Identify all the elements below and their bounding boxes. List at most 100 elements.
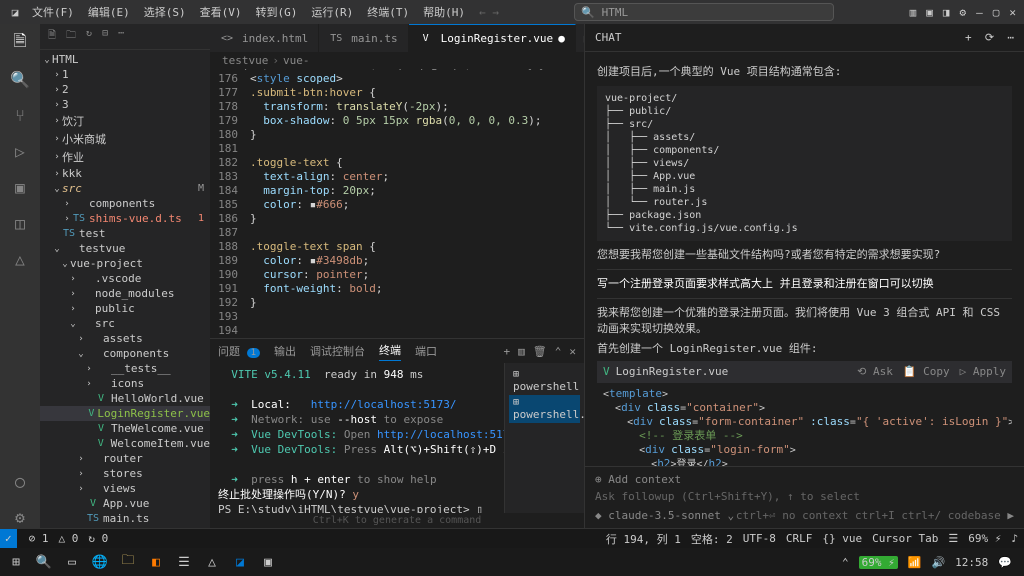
command-center[interactable]: 🔍 HTML — [503, 3, 906, 21]
terminal-tab[interactable]: 问题 1 — [218, 343, 260, 359]
tree-item[interactable]: VWelcomeItem.vue — [40, 436, 210, 451]
task-view-icon[interactable]: ▭ — [60, 551, 84, 573]
terminal-trash-icon[interactable]: 🗑 — [533, 345, 547, 358]
tree-item[interactable]: VTheWelcome.vue — [40, 421, 210, 436]
terminal-tab[interactable]: ⊞ powershell... — [509, 395, 580, 423]
app-icon[interactable]: ◧ — [144, 551, 168, 573]
tree-item[interactable]: ›小米商城 — [40, 130, 210, 148]
tree-item[interactable]: ⌄src — [40, 316, 210, 331]
status-item[interactable]: ♪ — [1011, 532, 1018, 545]
tree-item[interactable]: VHelloWorld.vue — [40, 391, 210, 406]
test-icon[interactable]: △ — [9, 248, 31, 270]
tree-item[interactable]: ›kkk — [40, 166, 210, 181]
status-item[interactable]: 空格: 2 — [691, 531, 733, 547]
menu-item[interactable]: 文件(F) — [26, 2, 80, 22]
editor-tab[interactable]: TSmain.ts — [319, 24, 408, 52]
tree-item[interactable]: ›assets — [40, 331, 210, 346]
status-item[interactable]: 行 194, 列 1 — [606, 531, 681, 547]
tree-item[interactable]: ⌄testvue — [40, 241, 210, 256]
tree-item[interactable]: ›.vscode — [40, 271, 210, 286]
tree-root[interactable]: ⌄HTML — [40, 52, 210, 67]
terminal-tab[interactable]: ⊞ powershell — [509, 367, 580, 395]
tree-item[interactable]: TStest — [40, 226, 210, 241]
tree-item[interactable]: VApp.vue — [40, 496, 210, 511]
status-item[interactable]: ⊘ 1 — [29, 532, 49, 545]
wifi-icon[interactable]: 📶 — [908, 556, 922, 569]
tree-item[interactable]: ›2 — [40, 82, 210, 97]
maximize-icon[interactable]: ▢ — [993, 6, 1000, 19]
status-item[interactable]: UTF-8 — [743, 532, 776, 545]
menu-item[interactable]: 帮助(H) — [417, 2, 471, 22]
refresh-icon[interactable]: ↻ — [86, 28, 92, 45]
tree-item[interactable]: ›router — [40, 451, 210, 466]
tree-item[interactable]: ›views — [40, 481, 210, 496]
status-item[interactable]: Cursor Tab — [872, 532, 938, 545]
tree-item[interactable]: ›TSshims-vue.d.ts1 — [40, 211, 210, 226]
settings-icon[interactable]: ⚙ — [960, 6, 967, 19]
tree-item[interactable]: ›components — [40, 196, 210, 211]
status-item[interactable]: △ 0 — [59, 532, 79, 545]
editor-tab[interactable]: <>index.html — [210, 24, 319, 52]
status-item[interactable]: ↻ 0 — [88, 532, 108, 545]
extensions-icon[interactable]: ▣ — [9, 176, 31, 198]
app-icon[interactable]: △ — [200, 551, 224, 573]
chat-more-icon[interactable]: ⋯ — [1007, 31, 1014, 44]
tree-item[interactable]: ›作业 — [40, 148, 210, 166]
code-action[interactable]: ▷ Apply — [960, 364, 1006, 380]
chat-new-icon[interactable]: + — [965, 31, 972, 44]
new-folder-icon[interactable]: 🗀 — [66, 28, 76, 45]
close-icon[interactable]: ✕ — [1009, 6, 1016, 19]
search-icon[interactable]: 🔍 — [32, 551, 56, 573]
start-icon[interactable]: ⊞ — [4, 551, 28, 573]
chat-input[interactable]: ⊕ Add context Ask followup (Ctrl+Shift+Y… — [585, 466, 1024, 528]
tree-item[interactable]: ›icons — [40, 376, 210, 391]
menu-item[interactable]: 终端(T) — [361, 2, 415, 22]
tree-item[interactable]: ⌄srcM — [40, 181, 210, 196]
status-item[interactable]: CRLF — [786, 532, 813, 545]
more-icon[interactable]: ⋯ — [118, 28, 124, 45]
vscode-icon[interactable]: ◪ — [228, 551, 252, 573]
notification-icon[interactable]: 💬 — [998, 556, 1012, 569]
account-icon[interactable]: ◯ — [9, 470, 31, 492]
layout-icon[interactable]: ▥ — [910, 6, 917, 19]
menu-item[interactable]: 选择(S) — [138, 2, 192, 22]
terminal-close-icon[interactable]: ✕ — [569, 345, 576, 358]
explorer-icon[interactable]: 🗎 — [9, 32, 31, 54]
tray-up-icon[interactable]: ⌃ — [842, 556, 849, 569]
tree-item[interactable]: ⌄vue-project — [40, 256, 210, 271]
clock[interactable]: 12:58 — [955, 556, 988, 569]
layout-panel-icon[interactable]: ▣ — [926, 6, 933, 19]
status-item[interactable]: 69% ⚡ — [968, 532, 1001, 545]
remote-indicator[interactable]: ✓ — [0, 529, 17, 549]
tree-item[interactable]: ›1 — [40, 67, 210, 82]
source-control-icon[interactable]: ⑂ — [9, 104, 31, 126]
gear-icon[interactable]: ⚙ — [9, 506, 31, 528]
tree-item[interactable]: ›node_modules — [40, 286, 210, 301]
tree-item[interactable]: VLoginRegister.vue — [40, 406, 210, 421]
terminal-tab[interactable]: 端口 — [415, 343, 437, 359]
edge-icon[interactable]: 🌐 — [88, 551, 112, 573]
menu-item[interactable]: 编辑(E) — [82, 2, 136, 22]
layout-side-icon[interactable]: ◨ — [943, 6, 950, 19]
tree-item[interactable]: ›3 — [40, 97, 210, 112]
status-item[interactable]: {} vue — [822, 532, 862, 545]
terminal-output[interactable]: VITE v5.4.11 ready in 948 ms ➜ Local: ht… — [210, 363, 504, 513]
menu-item[interactable]: 转到(G) — [250, 2, 304, 22]
terminal-add-icon[interactable]: + — [504, 345, 511, 358]
tree-item[interactable]: ›stores — [40, 466, 210, 481]
remote-icon[interactable]: ◫ — [9, 212, 31, 234]
minimize-icon[interactable]: — — [976, 6, 983, 19]
tree-item[interactable]: ⌄components — [40, 346, 210, 361]
terminal-tab[interactable]: 输出 — [274, 343, 296, 359]
code-action[interactable]: 📋 Copy — [903, 364, 950, 380]
terminal-tab[interactable]: 调试控制台 — [310, 343, 365, 359]
tree-item[interactable]: ›__tests__ — [40, 361, 210, 376]
app-icon[interactable]: ☰ — [172, 551, 196, 573]
tree-item[interactable]: ›饮汀 — [40, 112, 210, 130]
breadcrumb[interactable]: testvue›vue-project›src›components›Login… — [210, 52, 584, 70]
collapse-icon[interactable]: ⊟ — [102, 28, 108, 45]
status-item[interactable]: ☰ — [948, 532, 958, 545]
terminal-icon[interactable]: ▣ — [256, 551, 280, 573]
run-icon[interactable]: ▷ — [9, 140, 31, 162]
editor-tab[interactable]: VLoginRegister.vue ● — [409, 24, 576, 52]
